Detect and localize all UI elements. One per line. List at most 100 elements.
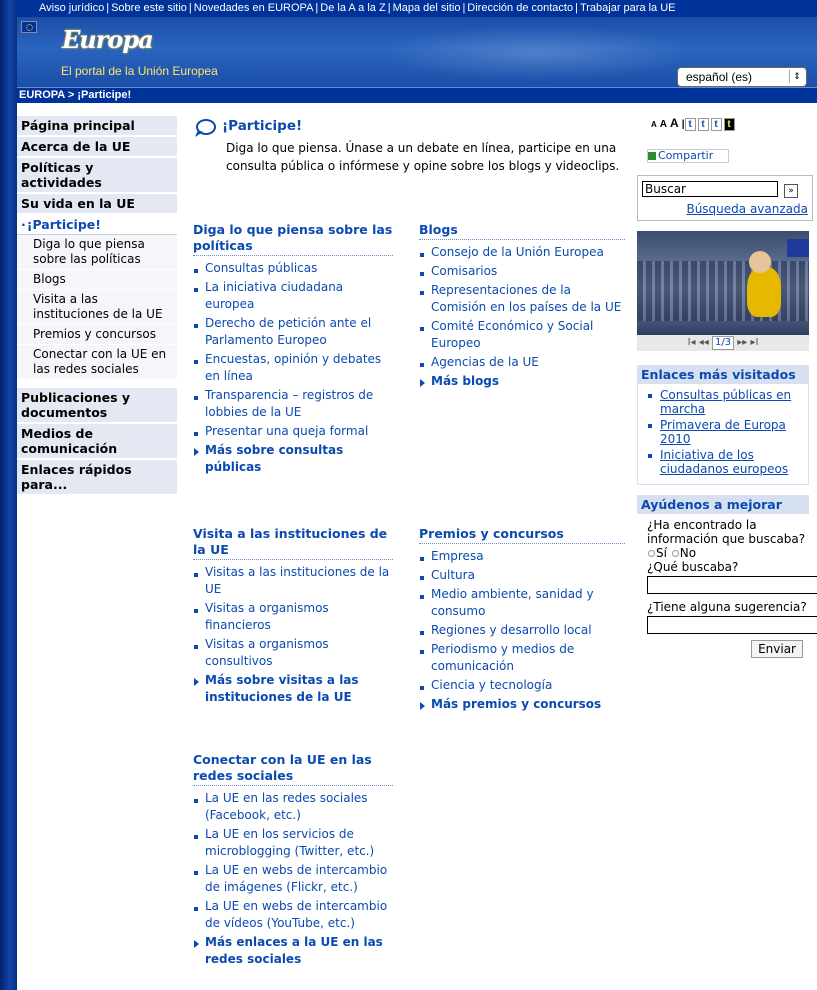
nav-item-home[interactable]: Página principal bbox=[17, 116, 177, 137]
more-link[interactable]: Más sobre consultas públicas bbox=[193, 442, 393, 476]
share-button[interactable]: Compartir bbox=[647, 149, 729, 163]
text-option[interactable]: t bbox=[684, 118, 696, 131]
list-link[interactable]: La UE en los servicios de microblogging … bbox=[193, 826, 393, 860]
looking-for-field[interactable] bbox=[647, 576, 817, 594]
page-title: ¡Participe! bbox=[222, 118, 303, 134]
section-heading[interactable]: Premios y concursos bbox=[419, 526, 625, 544]
section-visits: Visita a las instituciones de la UE Visi… bbox=[193, 526, 393, 708]
more-link[interactable]: Más enlaces a la UE en las redes sociale… bbox=[193, 934, 393, 968]
last-slide-button[interactable]: ▸I bbox=[750, 337, 758, 348]
list-link[interactable]: La iniciativa ciudadana europea bbox=[193, 279, 393, 313]
language-select[interactable]: español (es) ⇕ bbox=[677, 67, 807, 87]
nav-item-policies[interactable]: Políticas y actividades bbox=[17, 158, 177, 194]
list-link[interactable]: Visitas a organismos consultivos bbox=[193, 636, 393, 670]
most-visited-link[interactable]: Primavera de Europa 2010 bbox=[638, 418, 808, 446]
list-link[interactable]: Ciencia y tecnología bbox=[419, 677, 625, 694]
advanced-search-link[interactable]: Búsqueda avanzada bbox=[642, 202, 812, 216]
top-link[interactable]: Trabajar para la UE bbox=[580, 2, 676, 14]
next-slide-button[interactable]: ▸▸ bbox=[737, 337, 747, 348]
yes-label: Sí bbox=[656, 546, 667, 560]
list-link[interactable]: Regiones y desarrollo local bbox=[419, 622, 625, 639]
list-link[interactable]: Consejo de la Unión Europea bbox=[419, 244, 625, 261]
top-link[interactable]: Novedades en EUROPA bbox=[194, 2, 314, 14]
list-link[interactable]: Medio ambiente, sanidad y consumo bbox=[419, 586, 625, 620]
more-link[interactable]: Más sobre visitas a las instituciones de… bbox=[193, 672, 393, 706]
nav-item-your-life[interactable]: Su vida en la UE bbox=[17, 194, 177, 215]
nav-item-quick-links[interactable]: Enlaces rápidos para... bbox=[17, 460, 177, 496]
top-link[interactable]: Aviso jurídico bbox=[39, 2, 104, 14]
page: Aviso jurídico | Sobre este sitio | Novedade… bbox=[17, 0, 817, 990]
europa-logo[interactable]: Europa bbox=[62, 25, 154, 54]
yes-no-options: Sí No bbox=[637, 546, 807, 560]
nav-item-media[interactable]: Medios de comunicación bbox=[17, 424, 177, 460]
first-slide-button[interactable]: I◂ bbox=[688, 337, 696, 348]
nav-item-about[interactable]: Acerca de la UE bbox=[17, 137, 177, 158]
no-label: No bbox=[679, 546, 697, 560]
banner-stars bbox=[377, 25, 697, 81]
search-input[interactable]: Buscar bbox=[642, 181, 778, 197]
list-link[interactable]: Empresa bbox=[419, 548, 625, 565]
list-link[interactable]: Representaciones de la Comisión en los p… bbox=[419, 282, 625, 316]
nav-subitem[interactable]: Premios y concursos bbox=[17, 325, 177, 345]
list-link[interactable]: Presentar una queja formal bbox=[193, 423, 393, 440]
section-heading[interactable]: Conectar con la UE en las redes sociales bbox=[193, 752, 393, 786]
most-visited-box: Consultas públicas en marcha Primavera d… bbox=[637, 384, 809, 485]
prev-slide-button[interactable]: ◂◂ bbox=[699, 337, 709, 348]
nav-subitem[interactable]: Blogs bbox=[17, 270, 177, 290]
feedback-heading: Ayúdenos a mejorar bbox=[637, 495, 809, 514]
nav-subitem[interactable]: Conectar con la UE en las redes sociales bbox=[17, 345, 177, 380]
section-heading[interactable]: Diga lo que piensa sobre las políticas bbox=[193, 222, 393, 256]
no-radio[interactable] bbox=[671, 550, 679, 557]
nav-subitem[interactable]: Visita a las instituciones de la UE bbox=[17, 290, 177, 325]
list-link[interactable]: La UE en webs de intercambio de vídeos (… bbox=[193, 898, 393, 932]
language-value: español (es) bbox=[686, 70, 753, 84]
list-link[interactable]: Transparencia – registros de lobbies de … bbox=[193, 387, 393, 421]
text-option[interactable]: t bbox=[697, 118, 709, 131]
search-go-button[interactable]: » bbox=[784, 184, 798, 198]
list-link[interactable]: Visitas a organismos financieros bbox=[193, 600, 393, 634]
text-option[interactable]: t bbox=[710, 118, 722, 131]
nav-subitem[interactable]: Diga lo que piensa sobre las políticas bbox=[17, 234, 177, 270]
top-link[interactable]: Sobre este sitio bbox=[111, 2, 187, 14]
list-link[interactable]: Agencias de la UE bbox=[419, 354, 625, 371]
slideshow-image[interactable] bbox=[637, 231, 809, 335]
nav-item-publications[interactable]: Publicaciones y documentos bbox=[17, 388, 177, 424]
list-link[interactable]: Visitas a las instituciones de la UE bbox=[193, 564, 393, 598]
list-link[interactable]: Comisarios bbox=[419, 263, 625, 280]
search-box: Buscar » Búsqueda avanzada bbox=[637, 175, 813, 221]
list-link[interactable]: Encuestas, opinión y debates en línea bbox=[193, 351, 393, 385]
font-size-large[interactable]: A bbox=[670, 116, 679, 130]
nav-item-participate[interactable]: ¡Participe! bbox=[17, 215, 177, 234]
list-link[interactable]: Derecho de petición ante el Parlamento E… bbox=[193, 315, 393, 349]
section-prizes: Premios y concursos Empresa Cultura Medi… bbox=[419, 526, 625, 715]
suggestion-field[interactable] bbox=[647, 616, 817, 634]
list-link[interactable]: Comité Económico y Social Europeo bbox=[419, 318, 625, 352]
list-link[interactable]: La UE en webs de intercambio de imágenes… bbox=[193, 862, 393, 896]
high-contrast-option[interactable]: t bbox=[723, 118, 735, 131]
slideshow-pager: I◂ ◂◂ 1/3 ▸▸ ▸I bbox=[637, 335, 809, 351]
font-size-small[interactable]: A bbox=[651, 120, 657, 129]
more-link[interactable]: Más blogs bbox=[419, 373, 625, 390]
list-link[interactable]: La UE en las redes sociales (Facebook, e… bbox=[193, 790, 393, 824]
site-banner: Europa El portal de la Unión Europea esp… bbox=[17, 17, 817, 87]
top-links-bar: Aviso jurídico | Sobre este sitio | Novedade… bbox=[17, 0, 817, 17]
more-link[interactable]: Más premios y concursos bbox=[419, 696, 625, 713]
list-link[interactable]: Consultas públicas bbox=[193, 260, 393, 277]
section-social: Conectar con la UE en las redes sociales… bbox=[193, 752, 393, 970]
top-link[interactable]: Dirección de contacto bbox=[467, 2, 573, 14]
font-size-medium[interactable]: A bbox=[660, 119, 667, 130]
section-heading[interactable]: Blogs bbox=[419, 222, 625, 240]
yes-radio[interactable] bbox=[648, 550, 655, 557]
feedback-question-found: ¿Ha encontrado la información que buscab… bbox=[647, 518, 806, 546]
top-link[interactable]: Mapa del sitio bbox=[393, 2, 461, 14]
most-visited-link[interactable]: Consultas públicas en marcha bbox=[638, 388, 808, 416]
section-heading[interactable]: Visita a las instituciones de la UE bbox=[193, 526, 393, 560]
intro-text: Diga lo que piensa. Únase a un debate en… bbox=[226, 141, 620, 173]
slide-counter: 1/3 bbox=[711, 336, 735, 350]
most-visited-link[interactable]: Iniciativa de los ciudadanos europeos bbox=[638, 448, 808, 476]
list-link[interactable]: Cultura bbox=[419, 567, 625, 584]
top-link[interactable]: De la A a la Z bbox=[320, 2, 385, 14]
breadcrumb[interactable]: EUROPA > ¡Participe! bbox=[17, 87, 817, 103]
submit-button[interactable]: Enviar bbox=[751, 640, 803, 658]
list-link[interactable]: Periodismo y medios de comunicación bbox=[419, 641, 625, 675]
